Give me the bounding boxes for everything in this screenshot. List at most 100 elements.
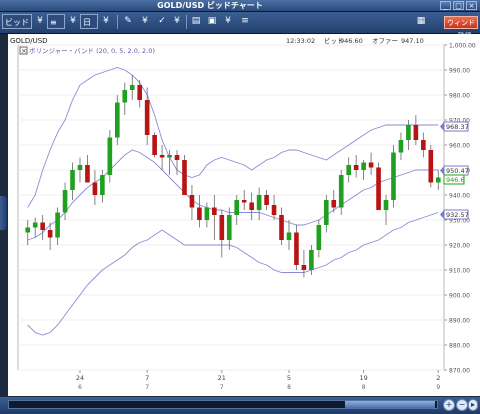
price-type-label: ビッド [5,18,29,27]
zoom-in-icon[interactable]: + [443,399,455,411]
candle-body [77,165,83,170]
candle-body [114,102,120,138]
chevron-down-icon[interactable]: ¥ [99,14,113,29]
candle-body [286,232,292,240]
candle-body [219,215,225,240]
candle-body [129,85,135,90]
candle-body [144,100,150,135]
register-window-button[interactable]: ウィンドー登録 [444,16,478,40]
candle-body [346,165,352,175]
candlestick[interactable] [114,95,120,145]
price-type-select[interactable]: ビッド [2,14,32,29]
side-panel-handle[interactable] [0,196,7,230]
trendline-icon[interactable]: ✓ [155,14,169,29]
candle-body [279,215,284,240]
price-tag-lower: 932.57 [440,209,469,220]
candle-body [338,175,344,208]
price-chart[interactable]: GOLD/USD 12:33:02 ビッド 946.60 オファー 947.10… [8,34,480,396]
fit-icon[interactable]: ▸ [468,399,478,411]
minimize-button[interactable]: _ [440,1,451,10]
toolbar: ビッド ¥ ≡ ¥ 日 ¥ ✎ ¥ ✓ ¥ ▤ ▣ ¥ ≡ ▦ ウィンドー登録 [0,12,480,40]
candle-body [204,207,210,220]
candle-body [331,200,337,208]
candle-body [435,177,441,183]
chevron-down-icon[interactable]: ¥ [221,14,235,29]
y-tick-label: 990.00 [449,68,470,75]
candle-body [107,137,113,175]
maximize-button[interactable]: □ [453,1,464,10]
title-bar: GOLD/USD ビッドチャート _ □ × [0,0,480,12]
bid-value: 946.60 [340,37,363,45]
bar-chart-icon: ≡ [50,18,57,27]
price-tag-middle: 950.47 [440,165,469,176]
candle-body [294,232,299,265]
print-icon[interactable]: ▤ [189,14,203,29]
candlestick[interactable] [428,145,434,188]
window-title: GOLD/USD ビッドチャート [157,1,263,10]
offer-label: オファー [372,37,398,45]
candle-body [413,125,419,140]
toolbar-divider [186,15,187,29]
candlestick[interactable] [107,130,113,183]
chevron-down-icon[interactable]: ¥ [66,14,80,29]
toolbar-divider [117,15,118,29]
y-tick-label: 870.00 [449,368,470,375]
candle-body [428,150,434,183]
pencil-icon[interactable]: ✎ [121,14,135,29]
chart-panel: GOLD/USD 12:33:02 ビッド 946.60 オファー 947.10… [8,34,480,396]
settings-icon[interactable]: ≡ [238,14,252,29]
candle-body [383,200,389,210]
candle-body [70,170,75,190]
x-month-label: 9 [436,384,440,391]
candle-body [47,230,53,238]
candle-body [271,205,277,215]
candlestick[interactable] [182,155,187,195]
candle-body [264,195,269,205]
period-select[interactable]: 日 [80,14,98,29]
x-tick-label: 24 [76,374,84,382]
chevron-down-icon[interactable]: ¥ [33,14,47,29]
candlestick[interactable] [152,132,157,158]
candle-body [234,200,240,215]
candlestick[interactable] [376,162,381,211]
chevron-down-icon[interactable]: ¥ [170,14,184,29]
candle-body [40,222,45,230]
y-tick-label: 960.00 [449,143,470,150]
horizontal-scrollbar[interactable] [8,400,438,409]
candle-body [122,90,128,103]
scrollbar-thumb[interactable] [345,401,435,408]
image-icon[interactable]: ▣ [205,14,219,29]
calendar-icon: 日 [83,18,91,27]
x-month-label: 8 [287,384,291,391]
candle-body [391,152,396,200]
candle-body [85,165,90,183]
candle-body [241,200,247,203]
candle-body [55,212,60,238]
middle-band-value: 950.47 [446,167,469,175]
y-tick-label: 880.00 [449,343,470,350]
price-tag-current: 946.6 [443,174,465,185]
candlestick[interactable] [391,145,396,208]
candle-body [226,215,232,240]
candle-body [398,140,404,153]
candle-body [137,85,143,100]
close-button[interactable]: × [466,1,477,10]
y-tick-label: 900.00 [449,293,470,300]
x-tick-label: 21 [218,374,226,382]
candle-body [167,155,172,158]
zoom-out-icon[interactable]: − [456,399,468,411]
indicator-label: ボリンジャー・バンド (20, 0, 5, 2.0, 2.0) [29,47,155,55]
chevron-down-icon[interactable]: ¥ [138,14,152,29]
chart-type-select[interactable]: ≡ [47,14,65,29]
candle-body [100,175,105,195]
x-tick-label: 7 [145,374,149,382]
symbol-label: GOLD/USD [10,37,48,45]
candle-body [189,195,195,208]
x-tick-label: 2 [436,374,440,382]
y-tick-label: 920.00 [449,243,470,250]
candle-body [32,222,38,228]
x-month-label: 8 [362,384,366,391]
window-icon[interactable]: ▦ [414,14,428,29]
candle-body [376,167,381,210]
x-month-label: 7 [145,384,149,391]
